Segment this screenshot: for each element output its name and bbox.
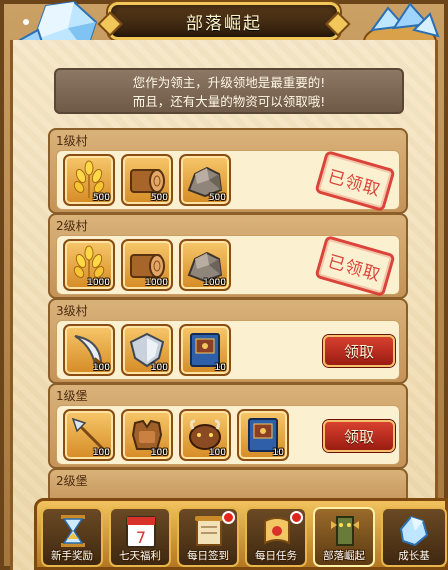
tribe-totem-icon xyxy=(331,516,359,546)
reward-slot[interactable]: 100 xyxy=(63,409,115,461)
tier-rewards: 100 100 100 10 领取 xyxy=(56,405,400,465)
tier-row: 2级村 1000 1000 1000 已领取 xyxy=(48,213,408,299)
reward-quantity: 10 xyxy=(214,363,226,373)
nav-newbie-rewards[interactable]: 新手奖励 xyxy=(41,507,103,567)
reward-slot[interactable]: 1000 xyxy=(179,239,231,291)
tier-label: 3级村 xyxy=(56,304,88,318)
reward-slot[interactable]: 500 xyxy=(121,154,173,206)
notification-badge xyxy=(222,511,235,524)
nav-label: 每日任务 xyxy=(255,550,297,562)
tier-label: 2级村 xyxy=(56,219,88,233)
nav-label: 新手奖励 xyxy=(51,550,93,562)
reward-quantity: 1000 xyxy=(87,278,110,288)
claimed-stamp: 已领取 xyxy=(314,234,396,298)
nav-tribe-rise[interactable]: 部落崛起 xyxy=(313,507,375,567)
crystal-icon xyxy=(399,515,429,547)
reward-quantity: 100 xyxy=(208,448,226,458)
tier-row: 3级村 100 100 10 领取 xyxy=(48,298,408,384)
nav-label: 成长基 xyxy=(398,550,430,562)
nav-label: 每日签到 xyxy=(187,550,229,562)
reward-quantity: 100 xyxy=(92,448,110,458)
reward-slot[interactable]: 100 xyxy=(121,409,173,461)
nav-daily-checkin[interactable]: 每日签到 xyxy=(177,507,239,567)
calendar-icon: 7 xyxy=(126,516,156,548)
reward-slot[interactable]: 100 xyxy=(63,324,115,376)
reward-slot[interactable]: 100 xyxy=(121,324,173,376)
tier-label: 1级堡 xyxy=(56,389,88,403)
reward-slot[interactable]: 10 xyxy=(237,409,289,461)
reward-quantity: 500 xyxy=(150,193,168,203)
claimed-stamp: 已领取 xyxy=(314,149,396,213)
nav-label: 七天福利 xyxy=(119,550,161,562)
tier-row: 1级村 500 500 500 已领取 xyxy=(48,128,408,214)
reward-quantity: 100 xyxy=(150,363,168,373)
reward-quantity: 1000 xyxy=(145,278,168,288)
claim-button[interactable]: 领取 xyxy=(323,335,395,367)
reward-slot[interactable]: 1000 xyxy=(63,239,115,291)
reward-quantity: 500 xyxy=(92,193,110,203)
tier-row: 1级堡 100 100 100 10 领取 xyxy=(48,383,408,469)
reward-quantity: 500 xyxy=(208,193,226,203)
info-line-2: 而且，还有大量的物资可以领取哦! xyxy=(132,94,326,109)
reward-slot[interactable]: 10 xyxy=(179,324,231,376)
info-banner: 您作为领主，升级领地是最重要的! 而且，还有大量的物资可以领取哦! xyxy=(54,68,404,114)
tier-label: 1级村 xyxy=(56,134,88,148)
bottom-nav: 新手奖励 7 七天福利 每日签到 每日任务 部落崛起 成长基 xyxy=(34,498,448,570)
reward-quantity: 100 xyxy=(92,363,110,373)
reward-slot[interactable]: 100 xyxy=(179,409,231,461)
calendar-day: 7 xyxy=(136,528,146,547)
tier-rewards: 500 500 500 已领取 xyxy=(56,149,400,213)
tier-rewards: 100 100 10 领取 xyxy=(56,320,400,380)
tier-label: 2级堡 xyxy=(56,474,88,488)
nav-seven-day-welfare[interactable]: 7 七天福利 xyxy=(109,507,171,567)
page-title: 部落崛起 xyxy=(108,2,340,40)
claim-button[interactable]: 领取 xyxy=(323,420,395,452)
hourglass-icon xyxy=(61,515,85,547)
reward-slot[interactable]: 500 xyxy=(179,154,231,206)
reward-quantity: 1000 xyxy=(203,278,226,288)
tier-rewards: 1000 1000 1000 已领取 xyxy=(56,234,400,298)
reward-quantity: 10 xyxy=(272,448,284,458)
nav-growth-fund[interactable]: 成长基 xyxy=(381,507,447,567)
nav-label: 部落崛起 xyxy=(323,550,365,562)
reward-slot[interactable]: 1000 xyxy=(121,239,173,291)
nav-daily-quests[interactable]: 每日任务 xyxy=(245,507,307,567)
reward-quantity: 100 xyxy=(150,448,168,458)
reward-slot[interactable]: 500 xyxy=(63,154,115,206)
notification-badge xyxy=(290,511,303,524)
info-line-1: 您作为领主，升级领地是最重要的! xyxy=(132,75,326,90)
